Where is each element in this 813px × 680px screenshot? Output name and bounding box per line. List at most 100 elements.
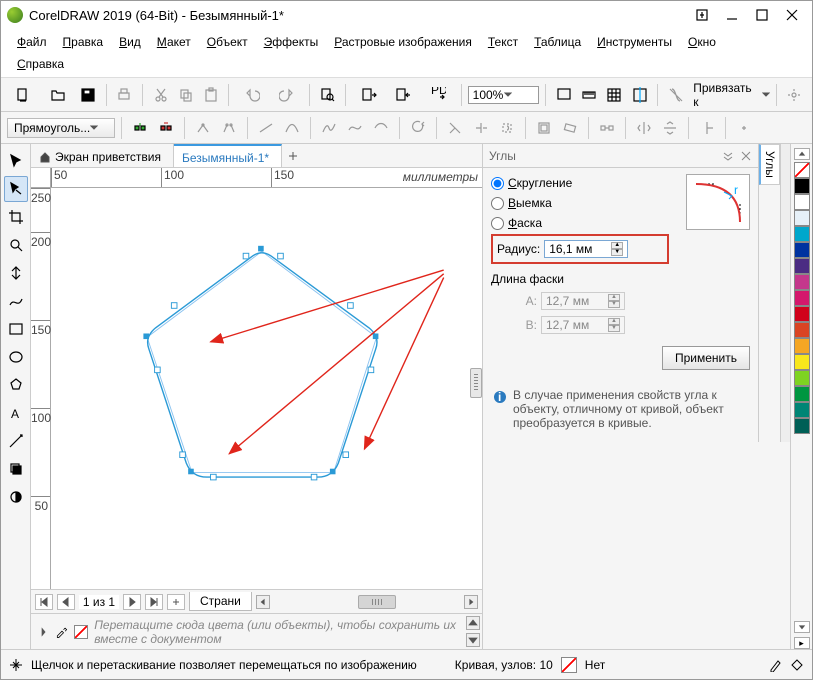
save-button[interactable]: [77, 83, 100, 107]
swatch-10[interactable]: [794, 338, 810, 354]
zoom-tool[interactable]: [4, 232, 28, 258]
tab-new-button[interactable]: [282, 144, 304, 167]
copy-button[interactable]: [174, 83, 197, 107]
to-curve-button[interactable]: [280, 116, 304, 140]
menu-help[interactable]: Справка: [9, 53, 72, 75]
radius-input[interactable]: 16,1 мм ▲▼: [544, 240, 628, 258]
apply-button[interactable]: Применить: [662, 346, 750, 370]
scrollbar-h[interactable]: [256, 595, 478, 609]
tab-document[interactable]: Безымянный-1*: [174, 144, 282, 167]
stretch-nodes-button[interactable]: [532, 116, 556, 140]
menu-table[interactable]: Таблица: [526, 31, 589, 53]
menu-edit[interactable]: Правка: [55, 31, 112, 53]
swatch-15[interactable]: [794, 418, 810, 434]
swatch-12[interactable]: [794, 370, 810, 386]
scrollbar-v-handle[interactable]: [470, 368, 482, 398]
print-button[interactable]: [113, 83, 136, 107]
new-button[interactable]: [7, 83, 40, 107]
snap-label[interactable]: Привязать к: [693, 81, 758, 109]
rotate-nodes-button[interactable]: [558, 116, 582, 140]
swatch-14[interactable]: [794, 402, 810, 418]
palette-collapse-icon[interactable]: [37, 624, 49, 640]
guides-button[interactable]: [628, 83, 651, 107]
shape-tool[interactable]: [4, 176, 28, 202]
none-swatch[interactable]: [74, 625, 88, 639]
redo-button[interactable]: [270, 83, 303, 107]
swatch-11[interactable]: [794, 354, 810, 370]
close-button[interactable]: [778, 5, 806, 25]
swatch-1[interactable]: [794, 194, 810, 210]
dropshadow-tool[interactable]: [4, 456, 28, 482]
swatch-4[interactable]: [794, 242, 810, 258]
paste-button[interactable]: [199, 83, 222, 107]
menu-bitmap[interactable]: Растровые изображения: [326, 31, 480, 53]
join-nodes-button[interactable]: [191, 116, 215, 140]
palette-scroll-up[interactable]: [794, 148, 810, 160]
doc-palette-hint[interactable]: Перетащите сюда цвета (или объекты), что…: [31, 613, 482, 649]
snap-off-button[interactable]: [664, 83, 687, 107]
canvas[interactable]: [51, 188, 482, 589]
swatch-7[interactable]: [794, 290, 810, 306]
login-icon[interactable]: [688, 5, 716, 25]
cut-button[interactable]: [149, 83, 172, 107]
menu-view[interactable]: Вид: [111, 31, 149, 53]
search-button[interactable]: [316, 83, 339, 107]
add-node-button[interactable]: [128, 116, 152, 140]
radio-scallop[interactable]: Выемка: [491, 196, 678, 210]
open-button[interactable]: [42, 83, 75, 107]
docker-collapse-icon[interactable]: [722, 151, 734, 161]
radio-chamfer[interactable]: Фаска: [491, 216, 678, 230]
menu-text[interactable]: Текст: [480, 31, 526, 53]
rulers-button[interactable]: [578, 83, 601, 107]
fill-indicator[interactable]: [561, 657, 577, 673]
extend-curve-button[interactable]: [443, 116, 467, 140]
ellipse-tool[interactable]: [4, 344, 28, 370]
to-line-button[interactable]: [254, 116, 278, 140]
menu-file[interactable]: Файл: [9, 31, 55, 53]
docker-side-tab[interactable]: Углы: [759, 144, 780, 185]
elastic-button[interactable]: [695, 116, 719, 140]
doc-palette-up[interactable]: [466, 616, 480, 630]
vreflect-button[interactable]: [658, 116, 682, 140]
add-page-button[interactable]: [167, 594, 185, 610]
minimize-button[interactable]: [718, 5, 746, 25]
fullscreen-preview-button[interactable]: [552, 83, 575, 107]
docker-close-icon[interactable]: [740, 150, 752, 162]
import-button[interactable]: [352, 83, 385, 107]
menu-effects[interactable]: Эффекты: [256, 31, 327, 53]
rectangle-tool[interactable]: [4, 316, 28, 342]
swatch-0[interactable]: [794, 178, 810, 194]
cusp-node-button[interactable]: [317, 116, 341, 140]
menu-layout[interactable]: Макет: [149, 31, 199, 53]
select-all-nodes-button[interactable]: [732, 116, 756, 140]
text-tool[interactable]: A: [4, 400, 28, 426]
delete-node-button[interactable]: [154, 116, 178, 140]
export-button[interactable]: [387, 83, 420, 107]
pick-tool[interactable]: [4, 148, 28, 174]
align-nodes-button[interactable]: [595, 116, 619, 140]
swatch-none[interactable]: [794, 162, 810, 178]
smooth-node-button[interactable]: [343, 116, 367, 140]
break-node-button[interactable]: [217, 116, 241, 140]
swatch-5[interactable]: [794, 258, 810, 274]
transparency-tool[interactable]: [4, 484, 28, 510]
swatch-8[interactable]: [794, 306, 810, 322]
zoom-combo[interactable]: 100%: [468, 86, 540, 104]
extract-sub-button[interactable]: [469, 116, 493, 140]
snap-dropdown-icon[interactable]: [762, 88, 770, 102]
crop-tool[interactable]: [4, 204, 28, 230]
swatch-2[interactable]: [794, 210, 810, 226]
node-mode-combo[interactable]: Прямоуголь...: [7, 118, 115, 138]
hreflect-button[interactable]: [632, 116, 656, 140]
page-prev-button[interactable]: [57, 594, 75, 610]
polygon-tool[interactable]: [4, 372, 28, 398]
ruler-horizontal[interactable]: 50 100 150 миллиметры: [31, 168, 482, 188]
grid-button[interactable]: [603, 83, 626, 107]
page-tab[interactable]: Страни: [189, 592, 252, 611]
palette-scroll-down[interactable]: [794, 621, 810, 633]
docker-title-bar[interactable]: Углы: [483, 144, 758, 168]
pen-outline-icon[interactable]: [768, 658, 782, 672]
maximize-button[interactable]: [748, 5, 776, 25]
freehand-tool[interactable]: [4, 288, 28, 314]
color-fill-icon[interactable]: [790, 658, 804, 672]
